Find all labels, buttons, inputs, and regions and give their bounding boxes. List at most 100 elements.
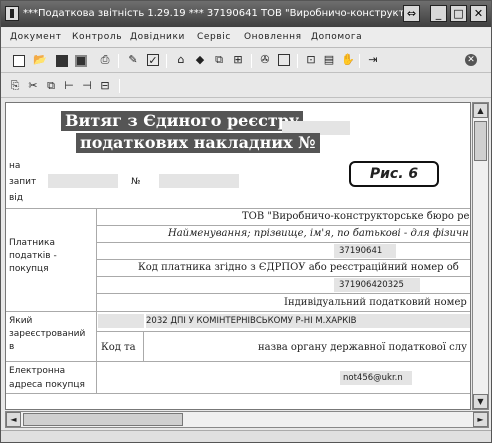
request-date-field[interactable] — [48, 174, 118, 188]
edrpou-field[interactable]: 37190641 — [334, 244, 396, 258]
horizontal-scroll-thumb[interactable] — [23, 413, 183, 426]
edrpou-value: 37190641 — [339, 246, 383, 256]
document-view[interactable]: Витяг з Єдиного реєстру податкових накла… — [5, 102, 471, 410]
scroll-right-icon[interactable]: ► — [473, 412, 488, 427]
tax-office-value: 2032 ДПІ У КОМІНТЕРНІВСЬКОМУ Р-НІ М.ХАРК… — [146, 316, 357, 326]
page-icon[interactable] — [278, 54, 290, 66]
copy-rows-icon[interactable]: ⧉ — [45, 80, 57, 92]
table-line — [96, 225, 470, 226]
delete-row-icon[interactable]: ⊟ — [99, 80, 111, 92]
menu-document[interactable]: Документ — [10, 32, 62, 42]
registered-label-2: зареєстрований — [9, 329, 86, 339]
form-icon[interactable]: ⊡ — [305, 54, 317, 66]
heading-line-1: Витяг з Єдиного реєстру — [61, 111, 304, 131]
registered-label-3: в — [9, 342, 15, 352]
paste-icon[interactable]: ⎘ — [9, 80, 21, 92]
heading-line-2: податкових накладних № — [76, 133, 320, 153]
save-all-icon[interactable] — [75, 55, 87, 67]
figure-label: Рис. 6 — [349, 161, 439, 187]
number-sign: № — [131, 177, 141, 187]
menu-help[interactable]: Допомога — [311, 32, 362, 42]
print-preview-icon[interactable]: ⌂ — [175, 54, 187, 66]
name-hint: Найменування; прізвище, ім'я, по батьков… — [168, 228, 469, 239]
scroll-left-icon[interactable]: ◄ — [6, 412, 21, 427]
save-icon[interactable] — [56, 55, 68, 67]
toolbar-separator — [166, 54, 167, 68]
code-label: Код та — [101, 342, 136, 353]
menu-service[interactable]: Сервіс — [197, 32, 231, 42]
tax-office-field[interactable]: 2032 ДПІ У КОМІНТЕРНІВСЬКОМУ Р-НІ М.ХАРК… — [146, 314, 470, 328]
edit-toolbar: ⎘ ✂ ⧉ ⊢ ⊣ ⊟ — [1, 74, 491, 98]
table-line — [96, 293, 470, 294]
horizontal-scrollbar[interactable]: ◄ ► — [5, 411, 489, 428]
export-icon[interactable]: ⊞ — [232, 54, 244, 66]
insert-row-icon[interactable]: ⊢ — [63, 80, 75, 92]
request-number-field[interactable] — [159, 174, 239, 188]
tools-icon[interactable]: ✇ — [259, 54, 271, 66]
ipn-field[interactable]: 371906420325 — [334, 278, 420, 292]
copy-icon[interactable]: ⧉ — [213, 54, 225, 66]
request-label-request: запит — [9, 177, 37, 187]
maximize-button[interactable]: □ — [450, 5, 467, 22]
scroll-down-icon[interactable]: ▼ — [473, 394, 488, 409]
menu-updates[interactable]: Оновлення — [244, 32, 302, 42]
table-line — [6, 208, 470, 209]
toolbar-separator — [118, 54, 119, 68]
window-title: ***Податкова звітність 1.29.19 *** 37190… — [23, 8, 411, 19]
main-toolbar: 📂 ⎙ ✎ ✓ ⌂ ◆ ⧉ ⊞ ✇ ⊡ ▤ ✋ ⇥ ✕ — [1, 49, 491, 73]
table-line — [96, 208, 97, 393]
open-folder-icon[interactable]: 📂 — [33, 54, 47, 66]
registered-label-1: Який — [9, 316, 33, 326]
restore-arrows-button[interactable]: ⇔ — [403, 5, 420, 22]
table-line — [96, 331, 470, 332]
table-line — [96, 242, 470, 243]
cut-icon[interactable]: ✂ — [27, 80, 39, 92]
check-icon[interactable]: ✓ — [147, 54, 159, 67]
email-label-2: адреса покупця — [9, 380, 85, 390]
app-icon — [5, 6, 19, 21]
payer-label-3: покупця — [9, 264, 49, 274]
properties-icon[interactable]: ▤ — [323, 54, 335, 66]
toolbar-separator — [359, 54, 360, 68]
help-icon[interactable]: ✋ — [341, 54, 355, 66]
edrpou-hint: Код платника згідно з ЄДРПОУ або реєстра… — [138, 262, 459, 273]
menu-directories[interactable]: Довідники — [130, 32, 185, 42]
send-icon[interactable]: ◆ — [194, 54, 206, 66]
close-doc-icon[interactable]: ✕ — [465, 54, 477, 66]
vertical-scrollbar[interactable]: ▲ ▼ — [472, 102, 489, 410]
print-icon[interactable]: ⎙ — [99, 54, 111, 66]
toolbar-separator — [297, 54, 298, 68]
table-line — [96, 259, 470, 260]
request-label-from: від — [9, 193, 24, 203]
tax-office-code-field[interactable] — [98, 314, 144, 328]
table-line — [6, 361, 470, 362]
table-line — [6, 393, 470, 394]
table-line — [6, 311, 470, 312]
app-window: ***Податкова звітність 1.29.19 *** 37190… — [0, 0, 492, 443]
menu-bar: Документ Контроль Довідники Сервіс Оновл… — [1, 28, 491, 48]
scroll-up-icon[interactable]: ▲ — [473, 103, 488, 118]
table-line — [96, 276, 470, 277]
office-hint: назва органу державної податкової слу — [258, 342, 468, 353]
vertical-scroll-thumb[interactable] — [474, 121, 487, 161]
close-button[interactable]: ✕ — [470, 5, 487, 22]
ipn-value: 371906420325 — [339, 280, 404, 290]
ipn-hint: Індивідуальний податковий номер — [284, 297, 467, 308]
company-name: ТОВ "Виробничо-конструкторське бюро ре — [242, 211, 470, 222]
new-doc-icon[interactable] — [13, 55, 25, 67]
status-bar — [1, 430, 491, 442]
payer-label-2: податків - — [9, 251, 57, 261]
payer-label-1: Платника — [9, 238, 55, 248]
title-bar[interactable]: ***Податкова звітність 1.29.19 *** 37190… — [1, 1, 491, 27]
toolbar-separator — [119, 79, 120, 93]
email-value: not456@ukr.n — [343, 373, 403, 383]
sign-icon[interactable]: ✎ — [127, 54, 139, 66]
toolbar-separator — [251, 54, 252, 68]
table-line — [143, 331, 144, 361]
exit-icon[interactable]: ⇥ — [367, 54, 379, 66]
menu-control[interactable]: Контроль — [72, 32, 122, 42]
email-field[interactable]: not456@ukr.n — [340, 371, 412, 385]
minimize-button[interactable]: _ — [430, 5, 447, 22]
email-label-1: Електронна — [9, 366, 66, 376]
add-row-icon[interactable]: ⊣ — [81, 80, 93, 92]
